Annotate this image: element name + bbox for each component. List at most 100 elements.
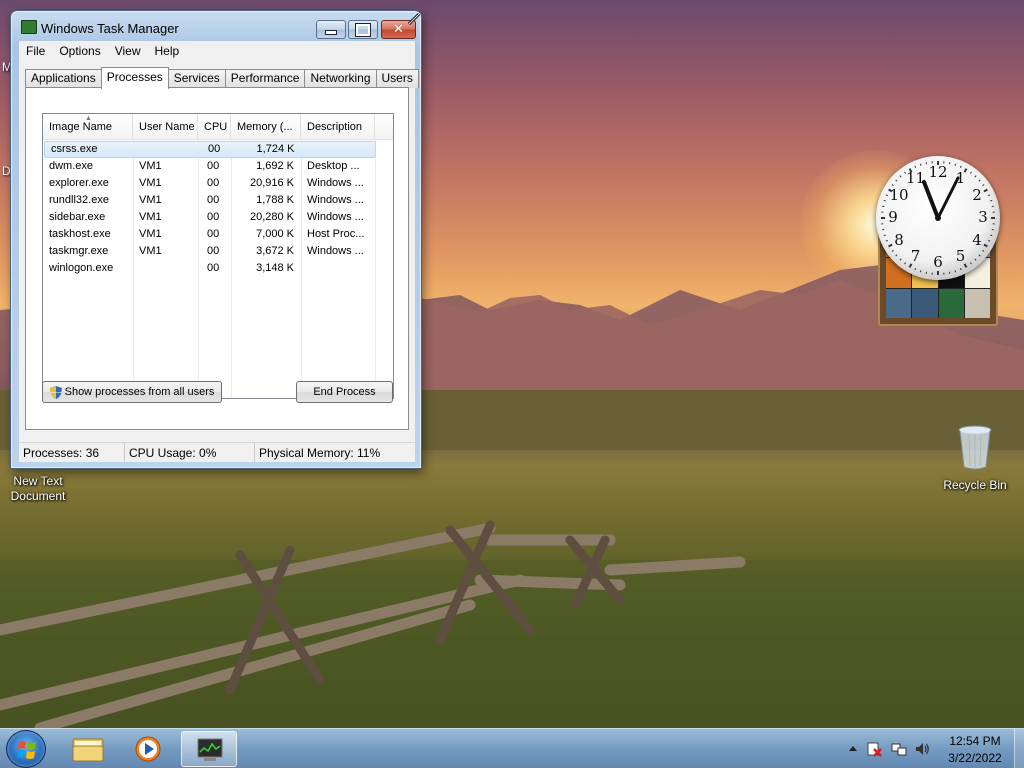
media-player-icon [120, 731, 176, 767]
clock-tick [955, 164, 956, 166]
clock-tick [920, 270, 921, 272]
clock-tick [900, 176, 901, 177]
new-text-document-label: New Text [0, 474, 78, 489]
tab-processes[interactable]: Processes [101, 67, 169, 89]
clock-numeral: 5 [951, 247, 971, 265]
taskbar-media-player-button[interactable] [120, 731, 176, 767]
clock-tick [990, 235, 992, 236]
clock-face: 121234567891011 [876, 156, 1000, 280]
process-cpu: 00 [198, 260, 231, 277]
process-image-name: sidebar.exe [43, 209, 133, 226]
process-memory: 20,280 K [231, 209, 301, 226]
process-cpu: 00 [198, 192, 231, 209]
tab-applications[interactable]: Applications [25, 69, 102, 88]
process-cpu: 00 [198, 175, 231, 192]
title-bar[interactable]: Windows Task Manager ✕ [11, 11, 421, 41]
menu-options[interactable]: Options [52, 44, 107, 58]
clock-numeral: 6 [928, 253, 948, 271]
process-row[interactable]: explorer.exeVM10020,916 KWindows ... [43, 175, 393, 192]
column-header-image-name[interactable]: ▲Image Name [43, 114, 133, 140]
clock-tick [970, 172, 971, 174]
process-row[interactable]: taskmgr.exeVM1003,672 KWindows ... [43, 243, 393, 260]
process-list[interactable]: ▲Image Name User Name CPU Memory (... De… [42, 113, 394, 399]
tab-services[interactable]: Services [168, 69, 226, 88]
maximize-icon [349, 21, 377, 38]
process-description: Host Proc... [301, 226, 375, 243]
tab-networking[interactable]: Networking [304, 69, 376, 88]
taskbar-task-manager-button[interactable] [181, 731, 237, 767]
recycle-bin-label: Recycle Bin [935, 478, 1015, 493]
process-user-name: VM1 [133, 192, 198, 209]
taskbar-explorer-button[interactable] [60, 731, 116, 767]
end-process-button[interactable]: End Process [296, 381, 393, 403]
sort-ascending-icon: ▲ [85, 115, 92, 122]
process-memory: 3,148 K [231, 260, 301, 277]
menu-bar: File Options View Help [19, 41, 415, 61]
clock-tick [884, 235, 886, 236]
network-icon[interactable] [891, 741, 907, 757]
clock-tick [979, 180, 980, 181]
menu-view[interactable]: View [108, 44, 148, 58]
clock-numeral: 4 [967, 231, 987, 249]
clock-tick [896, 255, 897, 256]
maximize-button[interactable] [348, 20, 378, 39]
clock-numeral: 3 [973, 208, 993, 226]
clock-tick [886, 240, 888, 241]
clock-numeral: 7 [906, 247, 926, 265]
uac-shield-icon [50, 386, 62, 399]
process-row[interactable]: sidebar.exeVM10020,280 KWindows ... [43, 209, 393, 226]
process-user-name: VM1 [133, 243, 198, 260]
clock-tick [990, 200, 992, 201]
process-description [301, 142, 375, 157]
folder-icon [60, 731, 116, 767]
column-header-description[interactable]: Description [301, 114, 375, 140]
process-image-name: csrss.exe [45, 142, 134, 157]
clock-tick [896, 180, 897, 181]
process-row[interactable]: dwm.exeVM1001,692 KDesktop ... [43, 158, 393, 175]
taskbar-clock-date[interactable]: 3/22/2022 [935, 751, 1015, 765]
column-header-memory[interactable]: Memory (... [231, 114, 301, 140]
photo-tile [965, 289, 990, 318]
task-manager-window[interactable]: Windows Task Manager ✕ File Options View… [10, 10, 422, 469]
process-row[interactable]: csrss.exe001,724 K [44, 141, 376, 158]
process-rows: csrss.exe001,724 Kdwm.exeVM1001,692 KDes… [43, 140, 393, 277]
process-cpu: 00 [198, 209, 231, 226]
process-row[interactable]: rundll32.exeVM1001,788 KWindows ... [43, 192, 393, 209]
show-desktop-button[interactable] [1014, 729, 1024, 769]
clock-numeral: 12 [928, 163, 948, 181]
taskbar-clock-time[interactable]: 12:54 PM [935, 734, 1015, 748]
start-button[interactable] [6, 730, 46, 768]
clock-tick [915, 268, 916, 270]
clock-tick [975, 176, 976, 177]
show-hidden-icons-icon[interactable] [845, 741, 861, 757]
action-center-icon[interactable] [866, 741, 882, 757]
recycle-bin[interactable]: Recycle Bin [935, 424, 1015, 493]
process-description: Windows ... [301, 243, 375, 260]
clock-tick [955, 270, 956, 272]
clock-tick [979, 255, 980, 256]
menu-file[interactable]: File [19, 44, 52, 58]
process-image-name: winlogon.exe [43, 260, 133, 277]
process-cpu: 00 [198, 226, 231, 243]
volume-icon[interactable] [914, 741, 930, 757]
process-user-name [133, 260, 198, 277]
menu-help[interactable]: Help [148, 44, 187, 58]
show-all-processes-button[interactable]: Show processes from all users [42, 381, 222, 403]
tab-performance[interactable]: Performance [225, 69, 306, 88]
clock-gadget[interactable]: 121234567891011 [876, 156, 1002, 330]
photo-tile [886, 289, 911, 318]
process-row[interactable]: taskhost.exeVM1007,000 KHost Proc... [43, 226, 393, 243]
minimize-button[interactable] [316, 20, 346, 39]
tab-strip: Applications Processes Services Performa… [25, 67, 418, 88]
process-user-name: VM1 [133, 175, 198, 192]
process-row[interactable]: winlogon.exe 003,148 K [43, 260, 393, 277]
tab-users[interactable]: Users [376, 69, 419, 88]
process-description: Windows ... [301, 175, 375, 192]
process-description: Windows ... [301, 209, 375, 226]
column-header-user-name[interactable]: User Name [133, 114, 198, 140]
clock-numeral: 10 [889, 186, 909, 204]
column-header-cpu[interactable]: CPU [198, 114, 231, 140]
process-description: Windows ... [301, 192, 375, 209]
new-text-document-icon[interactable]: New Text Document [0, 474, 78, 504]
minimize-icon [317, 21, 345, 38]
